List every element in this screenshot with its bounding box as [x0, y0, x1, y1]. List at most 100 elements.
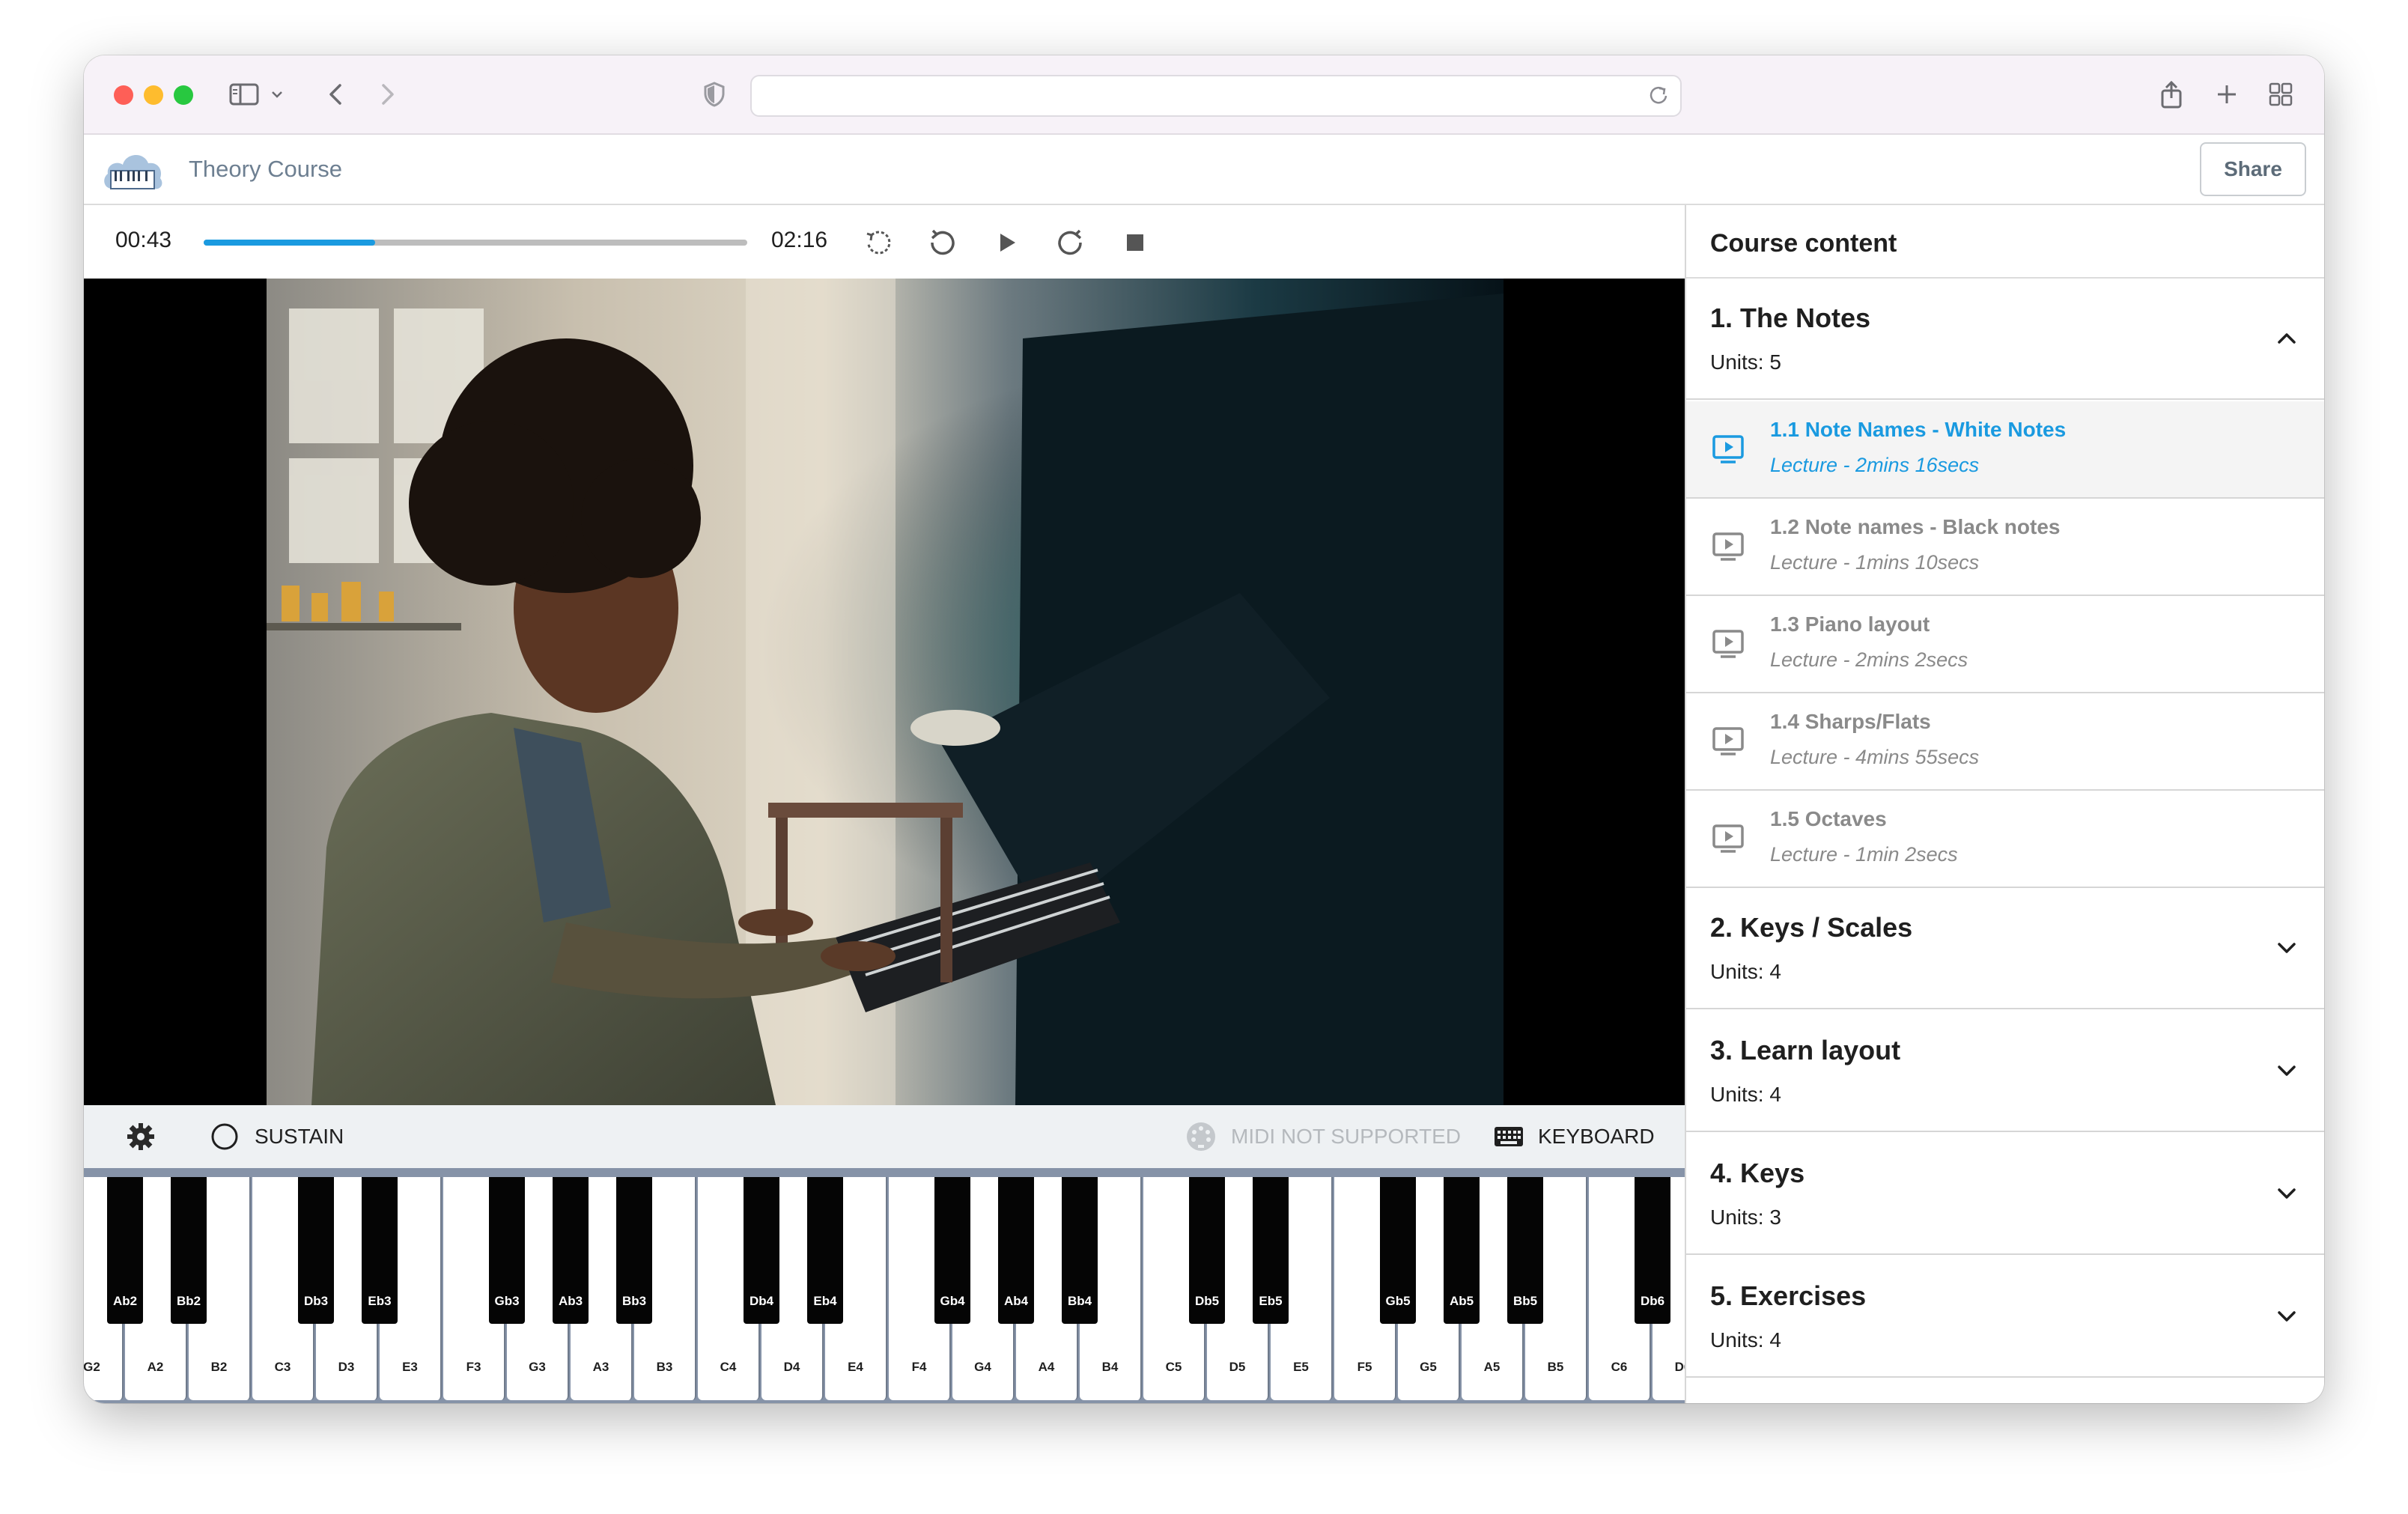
grid-icon[interactable] [2266, 75, 2296, 114]
piano-key-db4[interactable]: Db4 [744, 1177, 779, 1324]
sidebar-title: Course content [1710, 229, 1897, 258]
piano-key-label: Db5 [1194, 1294, 1220, 1308]
address-bar[interactable] [750, 75, 1682, 117]
piano-key-eb5[interactable]: Eb5 [1253, 1177, 1289, 1324]
course-section[interactable]: 5. Exercises Units: 4 [1686, 1256, 2324, 1378]
piano-key-db5[interactable]: Db5 [1189, 1177, 1225, 1324]
piano-key-label: G3 [529, 1360, 546, 1374]
piano-key-db3[interactable]: Db3 [298, 1177, 334, 1324]
stage: Theory Course Share 00:43 02:16 SUSTAIN … [0, 0, 2408, 1514]
piano-key-db6[interactable]: Db6 [1635, 1177, 1670, 1324]
course-sidebar: Course content 1. The Notes Units: 5 1.1 N… [1685, 205, 2324, 1403]
section-title: 4. Keys [1710, 1158, 1805, 1188]
piano-keyboard: G2 A2 B2 C3 D3 E3 F3 G3 A3 B3 C4 D4 E4 F4 G4 A4 B4 C5 D5 E5… [84, 1168, 1685, 1403]
piano-key-label: F4 [911, 1360, 927, 1374]
logo-icon[interactable] [100, 145, 165, 195]
course-section[interactable]: 1. The Notes Units: 5 [1686, 279, 2324, 400]
piano-key-label: D3 [338, 1360, 355, 1374]
piano-key-bb2[interactable]: Bb2 [171, 1177, 207, 1324]
share-button[interactable]: Share [2200, 142, 2306, 196]
section-units: Units: 4 [1710, 1328, 1781, 1352]
lecture-item[interactable]: 1.4 Sharps/Flats Lecture - 4mins 55secs [1686, 693, 2324, 791]
video-icon [1712, 629, 1745, 659]
keyboard-icon [1495, 1127, 1523, 1146]
video-icon [1712, 532, 1745, 562]
lecture-item[interactable]: 1.5 Octaves Lecture - 1min 2secs [1686, 791, 2324, 888]
piano-key-label: Gb3 [494, 1294, 520, 1308]
course-section[interactable]: 2. Keys / Scales Units: 4 [1686, 888, 2324, 1009]
shield-icon[interactable] [699, 75, 729, 114]
piano-key-bb4[interactable]: Bb4 [1062, 1177, 1098, 1324]
sustain-toggle[interactable]: SUSTAIN [210, 1122, 344, 1152]
midi-label: MIDI NOT SUPPORTED [1231, 1125, 1462, 1148]
back-icon[interactable] [320, 75, 350, 114]
piano-key-label: Db3 [303, 1294, 329, 1308]
piano-key-label: G4 [974, 1360, 991, 1374]
keyboard-toggle[interactable]: KEYBOARD [1493, 1122, 1655, 1152]
piano-key-gb5[interactable]: Gb5 [1380, 1177, 1416, 1324]
sidebar-icon[interactable] [226, 75, 262, 114]
gear-icon[interactable] [126, 1122, 156, 1152]
share-icon[interactable] [2156, 75, 2186, 114]
piano-key-bb5[interactable]: Bb5 [1507, 1177, 1543, 1324]
chevron-up-icon[interactable] [2275, 326, 2299, 350]
piano-key-ab4[interactable]: Ab4 [998, 1177, 1034, 1324]
chevron-down-icon[interactable] [2275, 1182, 2299, 1206]
piano-key-label: Eb3 [368, 1294, 392, 1308]
minimize-window-button[interactable] [144, 85, 163, 105]
piano-key-gb4[interactable]: Gb4 [934, 1177, 970, 1324]
piano-key-label: Ab4 [1003, 1294, 1029, 1308]
chevron-down-icon[interactable] [268, 75, 286, 114]
piano-key-label: E3 [402, 1360, 418, 1374]
rewind-icon[interactable] [925, 226, 958, 259]
lecture-item[interactable]: 1.3 Piano layout Lecture - 2mins 2secs [1686, 596, 2324, 693]
lecture-title: 1.2 Note names - Black notes [1770, 515, 2061, 538]
video-frame[interactable] [84, 279, 1685, 1105]
piano-key-label: B4 [1101, 1360, 1119, 1374]
chevron-down-icon[interactable] [2275, 1304, 2299, 1328]
section-title: 3. Learn layout [1710, 1035, 1901, 1065]
chevron-down-icon[interactable] [2275, 936, 2299, 960]
piano-key-ab5[interactable]: Ab5 [1444, 1177, 1480, 1324]
lecture-item[interactable]: 1.2 Note names - Black notes Lecture - 1m… [1686, 499, 2324, 596]
forward-icon[interactable] [373, 75, 403, 114]
play-icon[interactable] [990, 226, 1023, 259]
stop-icon[interactable] [1119, 226, 1152, 259]
piano-key-label: Bb4 [1067, 1294, 1092, 1308]
piano-key-label: Eb5 [1259, 1294, 1283, 1308]
piano-key-label: C4 [720, 1360, 737, 1374]
elapsed-time: 00:43 [115, 228, 172, 252]
piano-key-label: B2 [210, 1360, 228, 1374]
plus-icon[interactable] [2212, 75, 2242, 114]
section-title: 5. Exercises [1710, 1280, 1867, 1311]
replay-icon[interactable] [861, 226, 894, 259]
piano-key-eb3[interactable]: Eb3 [362, 1177, 398, 1324]
lecture-title: 1.4 Sharps/Flats [1770, 710, 1931, 733]
page-title: Theory Course [189, 156, 343, 182]
piano-key-label: E4 [848, 1360, 863, 1374]
piano-key-ab3[interactable]: Ab3 [553, 1177, 589, 1324]
section-units: Units: 4 [1710, 960, 1781, 983]
piano-key-label: D5 [1229, 1360, 1246, 1374]
course-section[interactable]: 4. Keys Units: 3 [1686, 1134, 2324, 1255]
piano-key-label: Db6 [1640, 1294, 1665, 1308]
piano-key-label: Ab2 [112, 1294, 138, 1308]
piano-key-gb3[interactable]: Gb3 [489, 1177, 525, 1324]
zoom-window-button[interactable] [174, 85, 193, 105]
forward-skip-icon[interactable] [1054, 226, 1087, 259]
lecture-item[interactable]: 1.1 Note Names - White Notes Lecture - 2m… [1686, 401, 2324, 499]
section-title: 1. The Notes [1710, 303, 1871, 333]
close-window-button[interactable] [114, 85, 133, 105]
lecture-duration: Lecture - 4mins 55secs [1770, 746, 1980, 768]
course-section[interactable]: 3. Learn layout Units: 4 [1686, 1011, 2324, 1132]
piano-key-label: C6 [1611, 1360, 1628, 1374]
piano-key-label: A5 [1483, 1360, 1501, 1374]
piano-key-ab2[interactable]: Ab2 [107, 1177, 143, 1324]
piano-key-bb3[interactable]: Bb3 [616, 1177, 652, 1324]
piano-key-eb4[interactable]: Eb4 [807, 1177, 843, 1324]
progress-bar[interactable] [204, 240, 747, 246]
reload-icon[interactable] [1647, 84, 1670, 110]
sustain-label: SUSTAIN [255, 1125, 344, 1148]
chevron-down-icon[interactable] [2275, 1059, 2299, 1083]
section-units: Units: 3 [1710, 1206, 1781, 1229]
